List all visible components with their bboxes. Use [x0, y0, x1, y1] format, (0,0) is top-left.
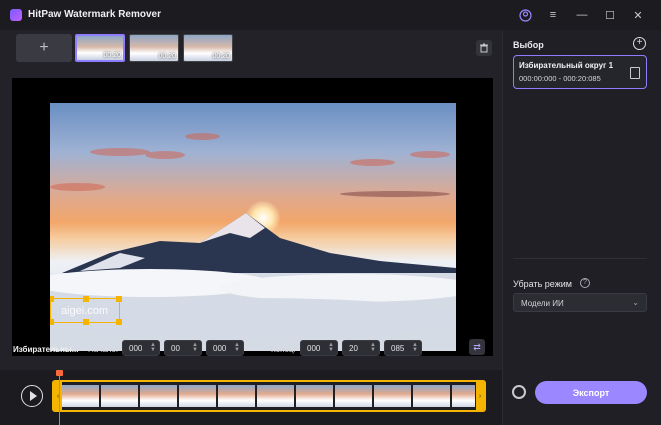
resize-handle[interactable] [116, 319, 122, 325]
timeline-end-handle[interactable]: › [476, 382, 484, 410]
video-thumbnail-bar: + 00:20 00:20 00:20 [6, 30, 500, 68]
swap-icon[interactable]: ⇄ [469, 339, 485, 355]
end-ms-input[interactable]: 085 ▲ ▼ [384, 340, 422, 356]
help-icon[interactable]: ? [580, 278, 590, 288]
timeline-start-handle[interactable]: ‹ [54, 382, 62, 410]
thumbnail-duration: 00:20 [103, 52, 121, 59]
account-icon[interactable] [517, 7, 533, 23]
selection-item[interactable]: Избирательный округ 1 000:00:000 - 000:2… [513, 55, 647, 89]
playhead[interactable] [56, 370, 63, 425]
editor-area: + 00:20 00:20 00:20 aigei.com Избиратель… [0, 30, 502, 425]
title-bar: HitPaw Watermark Remover ≡ — ☐ ✕ [0, 0, 661, 30]
mode-title: Убрать режим [513, 279, 572, 289]
start-label: Начало: [88, 345, 119, 354]
selection-name: Избирательный округ 1 [519, 61, 614, 70]
video-preview: aigei.com [12, 78, 493, 356]
start-ms-input[interactable]: 000 ▲ ▼ [206, 340, 244, 356]
export-button[interactable]: Экспорт [535, 381, 647, 404]
minimize-icon[interactable]: — [574, 7, 590, 23]
timeline-strip[interactable]: ‹ › [52, 380, 486, 412]
add-selection-icon[interactable]: + [633, 37, 646, 50]
start-hours-input[interactable]: 000 ▲ ▼ [122, 340, 160, 356]
app-title: HitPaw Watermark Remover [28, 9, 162, 20]
menu-icon[interactable]: ≡ [545, 7, 561, 23]
delete-video-button[interactable] [476, 40, 492, 56]
end-minutes-input[interactable]: 20 ▲ ▼ [342, 340, 380, 356]
resize-handle[interactable] [50, 319, 54, 325]
add-video-button[interactable]: + [16, 34, 72, 62]
watermark-text: aigei.com [61, 305, 109, 317]
video-thumbnail[interactable]: 00:20 [183, 34, 233, 62]
selection-panel: Выбор + Избирательный округ 1 000:00:000… [502, 30, 661, 425]
end-label: Конец: [271, 345, 296, 354]
video-thumbnail[interactable]: 00:20 [75, 34, 125, 62]
resize-handle[interactable] [116, 296, 122, 302]
panel-title: Выбор [513, 40, 544, 50]
resize-handle[interactable] [83, 319, 89, 325]
resize-handle[interactable] [50, 296, 54, 302]
divider [513, 258, 647, 259]
trash-icon[interactable] [630, 67, 640, 79]
thumbnail-duration: 00:20 [212, 53, 230, 60]
mode-select[interactable]: Модели ИИ ⌄ [513, 293, 647, 312]
gear-icon[interactable] [512, 385, 526, 399]
close-icon[interactable]: ✕ [630, 7, 646, 23]
watermark-selection-box[interactable]: aigei.com [50, 296, 122, 325]
thumbnail-duration: 00:20 [158, 53, 176, 60]
timeline: ‹ › [0, 370, 502, 425]
start-minutes-input[interactable]: 00 ▲ ▼ [164, 340, 202, 356]
end-hours-input[interactable]: 000 ▲ ▼ [300, 340, 338, 356]
selection-label: Избирательны... [13, 345, 79, 354]
app-logo-icon [10, 9, 22, 21]
maximize-icon[interactable]: ☐ [602, 7, 618, 23]
time-range-controls: Избирательны... Начало: 000 ▲ ▼ 00 ▲ ▼ 000 ▲ ▼… [0, 336, 502, 362]
play-button[interactable] [21, 385, 43, 407]
chevron-down-icon: ⌄ [632, 298, 639, 307]
video-thumbnail[interactable]: 00:20 [129, 34, 179, 62]
resize-handle[interactable] [83, 296, 89, 302]
video-frame[interactable]: aigei.com [50, 103, 456, 351]
trash-icon [480, 43, 488, 53]
selection-time: 000:00:000 - 000:20:085 [519, 74, 601, 83]
